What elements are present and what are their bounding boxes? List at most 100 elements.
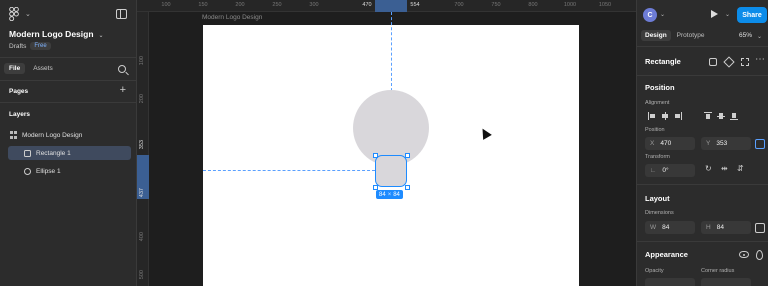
resize-to-fit-icon[interactable] <box>755 223 765 233</box>
ruler-tick: 300 <box>309 2 319 8</box>
selection-size-tag: 84 × 84 <box>376 190 403 199</box>
x-key: X <box>650 140 655 147</box>
dimensions-label: Dimensions <box>645 210 674 216</box>
resize-handle-top-left[interactable] <box>372 152 378 158</box>
mask-icon[interactable] <box>741 58 749 66</box>
layer-label: Modern Logo Design <box>22 131 83 139</box>
right-panel: C ⌄ ⌄ Share Design Prototype 65% ⌄ Recta… <box>636 0 768 286</box>
y-key: Y <box>706 140 711 147</box>
ruler-tick: 800 <box>528 2 538 8</box>
constraints-icon[interactable] <box>755 139 765 149</box>
layer-label: Ellipse 1 <box>36 167 61 175</box>
layout-section-title: Layout <box>645 194 670 203</box>
appearance-section-title: Appearance <box>645 250 688 259</box>
ruler-tick: 470 <box>362 2 372 8</box>
ruler-tick: 554 <box>410 2 420 8</box>
drafts-label[interactable]: Drafts <box>9 43 26 50</box>
size-separator: × <box>387 191 392 198</box>
divider <box>0 80 136 81</box>
layer-item-ellipse[interactable]: Ellipse 1 <box>8 164 131 178</box>
avatar[interactable]: C <box>643 8 657 22</box>
right-topbar: C ⌄ ⌄ Share <box>637 0 768 28</box>
align-left-icon[interactable] <box>647 111 657 121</box>
resize-handle-bottom-right[interactable] <box>404 184 410 190</box>
align-top-icon[interactable] <box>703 111 713 121</box>
align-middle-icon[interactable] <box>716 111 726 121</box>
file-title[interactable]: Modern Logo Design ⌄ <box>9 29 104 39</box>
size-width: 84 <box>379 191 386 198</box>
right-tabs: Design Prototype <box>641 30 709 41</box>
present-play-icon[interactable] <box>711 10 718 18</box>
opacity-label: Opacity <box>645 268 664 274</box>
pages-header[interactable]: Pages <box>9 88 28 95</box>
ruler-tick: 400 <box>139 232 145 242</box>
resize-handle-top-right[interactable] <box>404 152 410 158</box>
chevron-down-icon[interactable]: ⌄ <box>660 11 665 18</box>
w-value: 84 <box>662 224 670 231</box>
ruler-tick: 100 <box>161 2 171 8</box>
position-label: Position <box>645 127 665 133</box>
search-icon[interactable] <box>118 65 126 73</box>
tab-prototype[interactable]: Prototype <box>673 30 709 41</box>
layers-header: Layers <box>9 111 30 118</box>
ruler-tick: 1000 <box>563 2 577 8</box>
y-position-field[interactable]: Y 353 <box>701 137 751 150</box>
chevron-down-icon[interactable]: ⌄ <box>25 10 31 18</box>
create-component-icon[interactable] <box>723 56 735 68</box>
file-location: Drafts Free <box>9 42 51 50</box>
rotation-field[interactable]: ∟ 0° <box>645 164 695 177</box>
divider <box>0 102 136 103</box>
ruler-tick: 437 <box>139 188 145 198</box>
more-options-icon[interactable]: ⋯ <box>755 54 765 65</box>
h-value: 84 <box>716 224 724 231</box>
file-name: Modern Logo Design <box>9 29 94 39</box>
flip-vertical-icon[interactable]: ⇵ <box>737 164 744 173</box>
ruler-top: 100 150 200 250 300 470 554 700 750 800 … <box>137 0 636 12</box>
divider <box>0 57 136 58</box>
add-page-icon[interactable]: + <box>120 84 126 96</box>
rectangle-shape-selected[interactable] <box>372 152 410 190</box>
plan-badge: Free <box>30 42 51 50</box>
corner-radius-field[interactable] <box>701 278 751 286</box>
layer-item-rectangle[interactable]: Rectangle 1 <box>8 146 131 160</box>
left-tabs: File Assets <box>4 63 58 74</box>
ellipse-icon <box>24 167 31 175</box>
h-key: H <box>706 224 711 231</box>
tab-assets[interactable]: Assets <box>28 63 58 74</box>
tab-file[interactable]: File <box>4 63 26 74</box>
zoom-level[interactable]: 65% <box>739 32 752 39</box>
component-grid-icon[interactable] <box>709 58 717 66</box>
toggle-sidebar-icon[interactable] <box>116 9 127 19</box>
ruler-tick: 500 <box>139 270 145 280</box>
figma-menu-icon[interactable] <box>8 6 22 22</box>
chevron-down-icon[interactable]: ⌄ <box>725 11 730 18</box>
selection-type[interactable]: Rectangle <box>645 57 681 66</box>
align-bottom-icon[interactable] <box>729 111 739 121</box>
canvas[interactable]: 100 150 200 250 300 470 554 700 750 800 … <box>137 0 636 286</box>
transform-label: Transform <box>645 154 670 160</box>
resize-handle-bottom-left[interactable] <box>372 184 378 190</box>
tab-design[interactable]: Design <box>641 30 671 41</box>
align-center-icon[interactable] <box>660 111 670 121</box>
flip-horizontal-icon[interactable]: ⇹ <box>721 164 728 173</box>
blend-mode-icon[interactable] <box>756 250 763 260</box>
align-right-icon[interactable] <box>673 111 683 121</box>
frame-icon <box>10 131 18 139</box>
rotate-90-icon[interactable]: ↻ <box>705 164 712 173</box>
ruler-tick: 353 <box>139 140 145 150</box>
width-field[interactable]: W 84 <box>645 221 695 234</box>
frame-label[interactable]: Modern Logo Design <box>202 14 262 21</box>
eye-icon[interactable] <box>739 251 749 258</box>
divider <box>637 75 768 76</box>
share-button[interactable]: Share <box>737 7 767 23</box>
ruler-tick: 250 <box>272 2 282 8</box>
height-field[interactable]: H 84 <box>701 221 751 234</box>
w-key: W <box>650 224 657 231</box>
layer-item-frame[interactable]: Modern Logo Design <box>8 128 131 142</box>
opacity-field[interactable] <box>645 278 695 286</box>
position-section-title: Position <box>645 83 675 92</box>
horizontal-align-group <box>647 111 683 121</box>
ruler-left: 100 200 353 437 400 500 <box>137 12 149 286</box>
x-position-field[interactable]: X 470 <box>645 137 695 150</box>
chevron-down-icon[interactable]: ⌄ <box>757 33 762 40</box>
